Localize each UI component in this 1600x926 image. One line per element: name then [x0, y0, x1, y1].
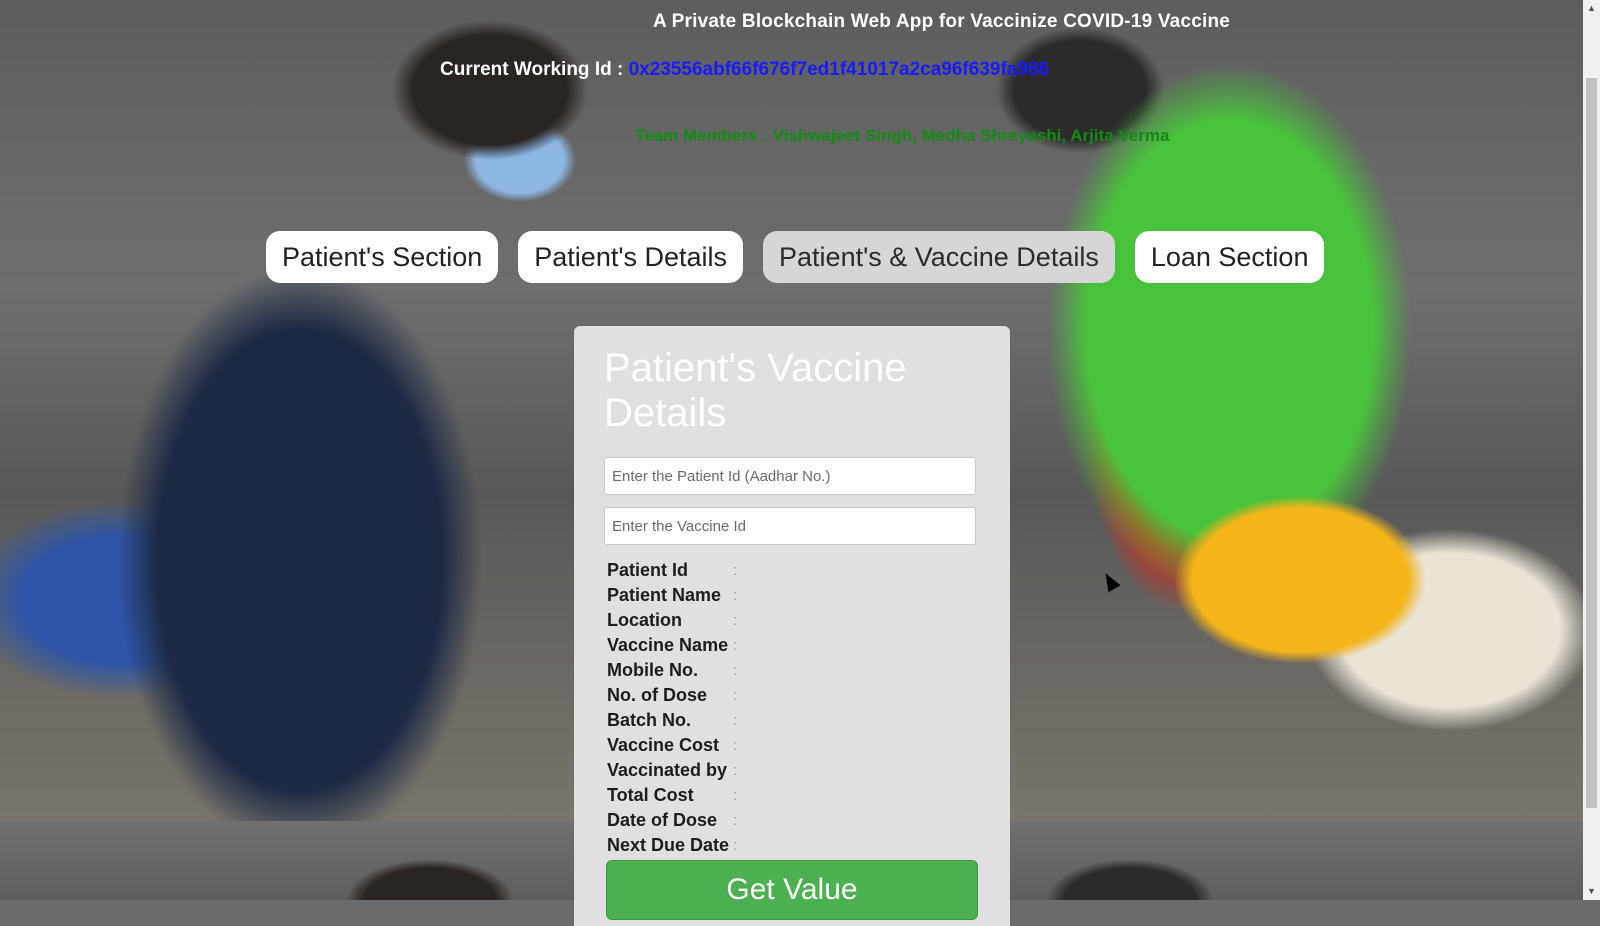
- detail-colon: :: [733, 737, 738, 754]
- vertical-scrollbar[interactable]: ▲ ▼: [1583, 0, 1600, 900]
- page-title: A Private Blockchain Web App for Vaccini…: [652, 11, 1231, 32]
- working-id-address: 0x23556abf66f676f7ed1f41017a2ca96f639fa9…: [628, 59, 1050, 80]
- detail-row-batch-no: Batch No.:: [607, 708, 737, 733]
- detail-row-vaccine-name: Vaccine Name:: [607, 633, 737, 658]
- detail-row-patient-id: Patient Id:: [607, 558, 737, 583]
- detail-label: Patient Id: [607, 560, 689, 580]
- detail-label: Patient Name: [607, 585, 722, 605]
- detail-label: Vaccinated by: [607, 760, 728, 780]
- detail-label: Location: [607, 610, 682, 630]
- scroll-down-arrow-icon[interactable]: ▼: [1583, 883, 1600, 900]
- get-value-button[interactable]: Get Value: [606, 860, 978, 920]
- detail-colon: :: [733, 712, 738, 729]
- detail-row-date-of-dose: Date of Dose:: [607, 808, 737, 833]
- detail-row-next-due-date: Next Due Date:: [607, 833, 737, 858]
- detail-row-mobile-no: Mobile No.:: [607, 658, 737, 683]
- detail-label: Total Cost: [607, 785, 694, 805]
- detail-label: Date of Dose: [607, 810, 718, 830]
- detail-colon: :: [733, 562, 738, 579]
- current-working-id: Current Working Id : 0x23556abf66f676f7e…: [440, 59, 1049, 81]
- nav-loan-section[interactable]: Loan Section: [1134, 231, 1325, 283]
- detail-colon: :: [733, 812, 738, 829]
- detail-colon: :: [733, 837, 738, 854]
- detail-row-patient-name: Patient Name:: [607, 583, 737, 608]
- scroll-up-arrow-icon[interactable]: ▲: [1583, 0, 1600, 17]
- vaccine-id-input[interactable]: [604, 507, 976, 545]
- detail-colon: :: [733, 687, 738, 704]
- scrollbar-thumb[interactable]: [1586, 78, 1597, 808]
- nav-patients-section[interactable]: Patient's Section: [266, 231, 499, 283]
- card-title: Patient's Vaccine Details: [604, 346, 907, 435]
- detail-colon: :: [733, 587, 738, 604]
- detail-row-vaccinated-by: Vaccinated by:: [607, 758, 737, 783]
- nav-patients-details[interactable]: Patient's Details: [518, 231, 744, 283]
- detail-colon: :: [733, 662, 738, 679]
- detail-colon: :: [733, 637, 738, 654]
- detail-label: No. of Dose: [607, 685, 708, 705]
- detail-label: Batch No.: [607, 710, 692, 730]
- detail-colon: :: [733, 612, 738, 629]
- main-nav: Patient's Section Patient's Details Pati…: [266, 231, 1325, 283]
- detail-colon: :: [733, 762, 738, 779]
- detail-label: Next Due Date: [607, 835, 730, 855]
- detail-label: Vaccine Cost: [607, 735, 720, 755]
- detail-row-vaccine-cost: Vaccine Cost:: [607, 733, 737, 758]
- details-list: Patient Id: Patient Name: Location: Vacc…: [607, 558, 737, 858]
- detail-row-no-of-dose: No. of Dose:: [607, 683, 737, 708]
- working-id-label: Current Working Id :: [440, 59, 629, 80]
- nav-patients-vaccine-details[interactable]: Patient's & Vaccine Details: [763, 231, 1115, 283]
- detail-colon: :: [733, 787, 738, 804]
- detail-label: Vaccine Name: [607, 635, 729, 655]
- team-members: Team Members : Vishwajeet Singh, Medha S…: [635, 126, 1170, 145]
- detail-row-total-cost: Total Cost:: [607, 783, 737, 808]
- detail-label: Mobile No.: [607, 660, 698, 680]
- vaccine-details-card: Patient's Vaccine Details Patient Id: Pa…: [574, 326, 1010, 926]
- detail-row-location: Location:: [607, 608, 737, 633]
- patient-id-input[interactable]: [604, 457, 976, 495]
